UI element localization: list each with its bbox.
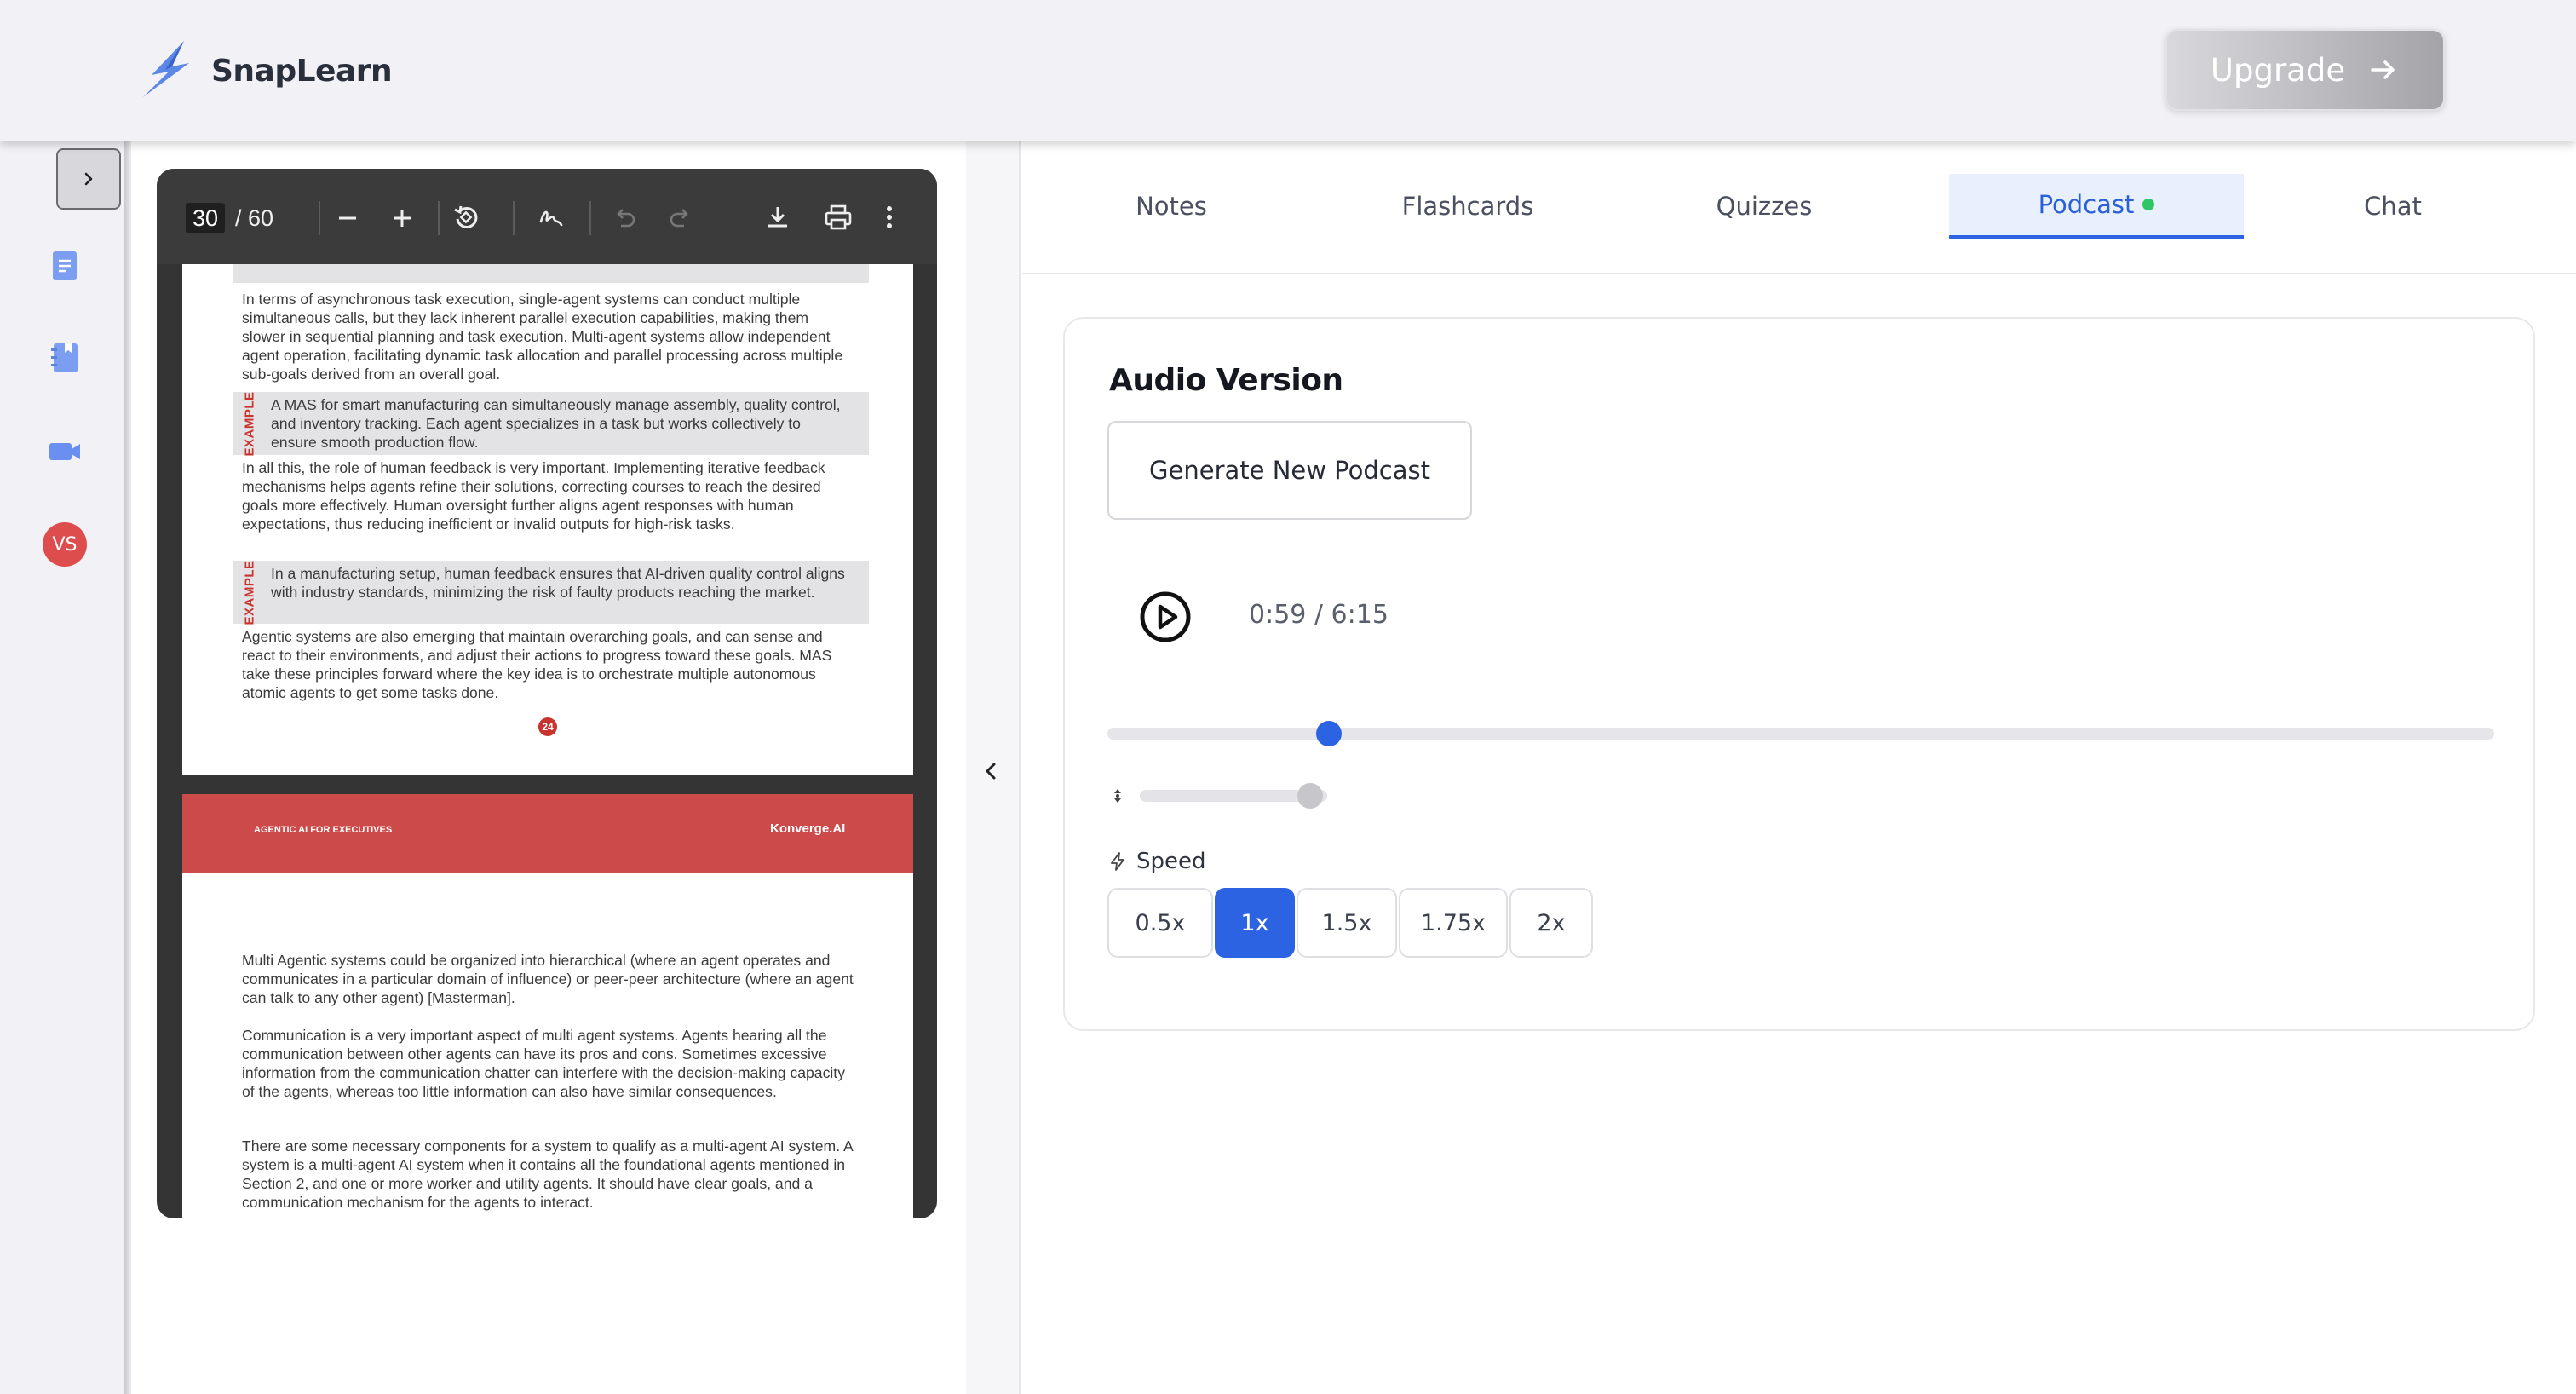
pdf-paragraph: Agentic systems are also emerging that m…: [242, 628, 832, 701]
example-text: In a manufacturing setup, human feedback…: [271, 565, 845, 601]
zoom-in-icon: [394, 210, 411, 227]
rail-item-notes[interactable]: [48, 249, 82, 283]
user-avatar[interactable]: VS: [43, 522, 87, 567]
document-icon: [53, 251, 77, 280]
pdf-paragraph: Multi Agentic systems could be organized…: [242, 952, 854, 1006]
page-number-input[interactable]: 30: [186, 203, 225, 233]
left-rail: [0, 141, 128, 1394]
speed-option-selected[interactable]: 1x: [1215, 888, 1295, 958]
pdf-paragraph: In all this, the role of human feedback …: [242, 459, 825, 533]
pdf-page: In terms of asynchronous task execution,…: [182, 264, 913, 775]
example-box: EXAMPLE In a manufacturing setup, human …: [233, 559, 869, 625]
download-icon: [768, 207, 787, 228]
tab-podcast[interactable]: Podcast: [1949, 174, 2244, 239]
toolbar-divider: [513, 201, 515, 235]
pdf-toolbar: 30 / 60: [157, 169, 937, 264]
lightning-logo-icon: [140, 37, 203, 105]
lightning-icon: [1111, 852, 1124, 871]
page-header-title: AGENTIC AI FOR EXECUTIVES: [254, 825, 393, 835]
volume-slider[interactable]: [1140, 783, 1327, 809]
notebook-icon: [51, 343, 78, 372]
study-tabs: Notes Flashcards Quizzes Podcast Chat: [1022, 141, 2576, 274]
page-number-badge: 24: [538, 717, 557, 736]
example-label: EXAMPLE: [242, 559, 257, 625]
publisher-logo: Konverge.AI: [770, 821, 846, 836]
upgrade-button[interactable]: Upgrade: [2165, 29, 2445, 111]
rotate-button[interactable]: [450, 201, 482, 233]
toolbar-divider: [438, 201, 440, 235]
generate-podcast-button[interactable]: Generate New Podcast: [1107, 421, 1472, 520]
volume-thumb[interactable]: [1297, 783, 1324, 809]
undo-icon: [617, 209, 635, 228]
speed-option[interactable]: 1.5x: [1297, 888, 1397, 958]
avatar-initials: VS: [52, 533, 78, 556]
pdf-paragraph: In terms of asynchronous task execution,…: [242, 291, 843, 383]
rail-item-video[interactable]: [48, 435, 82, 469]
example-box: EXAMPLE A MAS for smart manufacturing ca…: [233, 390, 869, 457]
print-icon: [825, 204, 852, 230]
zoom-in-button[interactable]: [387, 203, 417, 233]
redo-icon: [670, 209, 688, 228]
speed-heading: Speed: [1107, 849, 1206, 874]
example-box-fragment: [233, 264, 869, 283]
more-options-button[interactable]: [881, 201, 898, 233]
volume-icon: [1114, 789, 1121, 803]
zoom-out-icon: [339, 216, 356, 220]
top-header: SnapLearn Upgrade: [0, 0, 2576, 141]
brand-name: SnapLearn: [211, 53, 393, 89]
tab-chat[interactable]: Chat: [2245, 174, 2540, 239]
collapse-panel-button[interactable]: [975, 750, 1009, 792]
speed-option[interactable]: 1.75x: [1399, 888, 1508, 958]
seek-progress: [1107, 728, 1330, 740]
tab-flashcards[interactable]: Flashcards: [1320, 174, 1615, 239]
podcast-card: Audio Version Generate New Podcast 0:59 …: [1063, 317, 2535, 1031]
play-icon[interactable]: [1138, 590, 1193, 644]
toolbar-divider: [319, 201, 320, 235]
pdf-paragraph: There are some necessary components for …: [242, 1138, 853, 1211]
rotate-icon: [454, 205, 478, 228]
page-total: / 60: [235, 204, 274, 231]
rail-item-notebook[interactable]: [48, 341, 82, 375]
pdf-viewer[interactable]: 30 / 60 In terms of asynchronous task ex…: [157, 169, 937, 1218]
undo-button[interactable]: [610, 203, 641, 233]
playback-time: 0:59 / 6:15: [1249, 600, 1389, 630]
toolbar-divider: [589, 201, 591, 235]
current-page: 30: [192, 204, 219, 231]
zoom-out-button[interactable]: [332, 203, 363, 233]
print-button[interactable]: [821, 201, 855, 233]
annotate-icon: [539, 210, 563, 227]
example-text: A MAS for smart manufacturing can simult…: [271, 396, 841, 451]
speed-option[interactable]: 0.5x: [1107, 888, 1213, 958]
tab-quizzes[interactable]: Quizzes: [1617, 174, 1912, 239]
annotate-button[interactable]: [535, 201, 567, 233]
upgrade-label: Upgrade: [2210, 51, 2346, 89]
tab-notes[interactable]: Notes: [1024, 174, 1319, 239]
seek-slider[interactable]: [1107, 721, 2494, 746]
redo-button[interactable]: [664, 203, 695, 233]
more-vertical-icon: [887, 206, 892, 228]
example-label: EXAMPLE: [242, 390, 257, 457]
audio-version-title: Audio Version: [1109, 363, 1343, 398]
download-button[interactable]: [762, 201, 794, 233]
arrow-right-icon: [2371, 60, 2395, 79]
pdf-page: AGENTIC AI FOR EXECUTIVES Konverge.AI Mu…: [182, 794, 913, 1218]
pdf-paragraph: Communication is a very important aspect…: [242, 1027, 845, 1100]
page-header-band: AGENTIC AI FOR EXECUTIVES Konverge.AI: [182, 794, 913, 873]
speed-option[interactable]: 2x: [1509, 888, 1593, 958]
chevron-left-icon: [986, 763, 996, 780]
sidebar-expand-button[interactable]: [56, 148, 121, 210]
chevron-right-icon: [84, 172, 93, 186]
brand-logo[interactable]: SnapLearn: [140, 37, 393, 105]
rail-divider: [124, 141, 131, 1394]
seek-thumb[interactable]: [1316, 721, 1343, 746]
video-camera-icon: [49, 443, 80, 460]
status-dot: [2142, 199, 2155, 210]
